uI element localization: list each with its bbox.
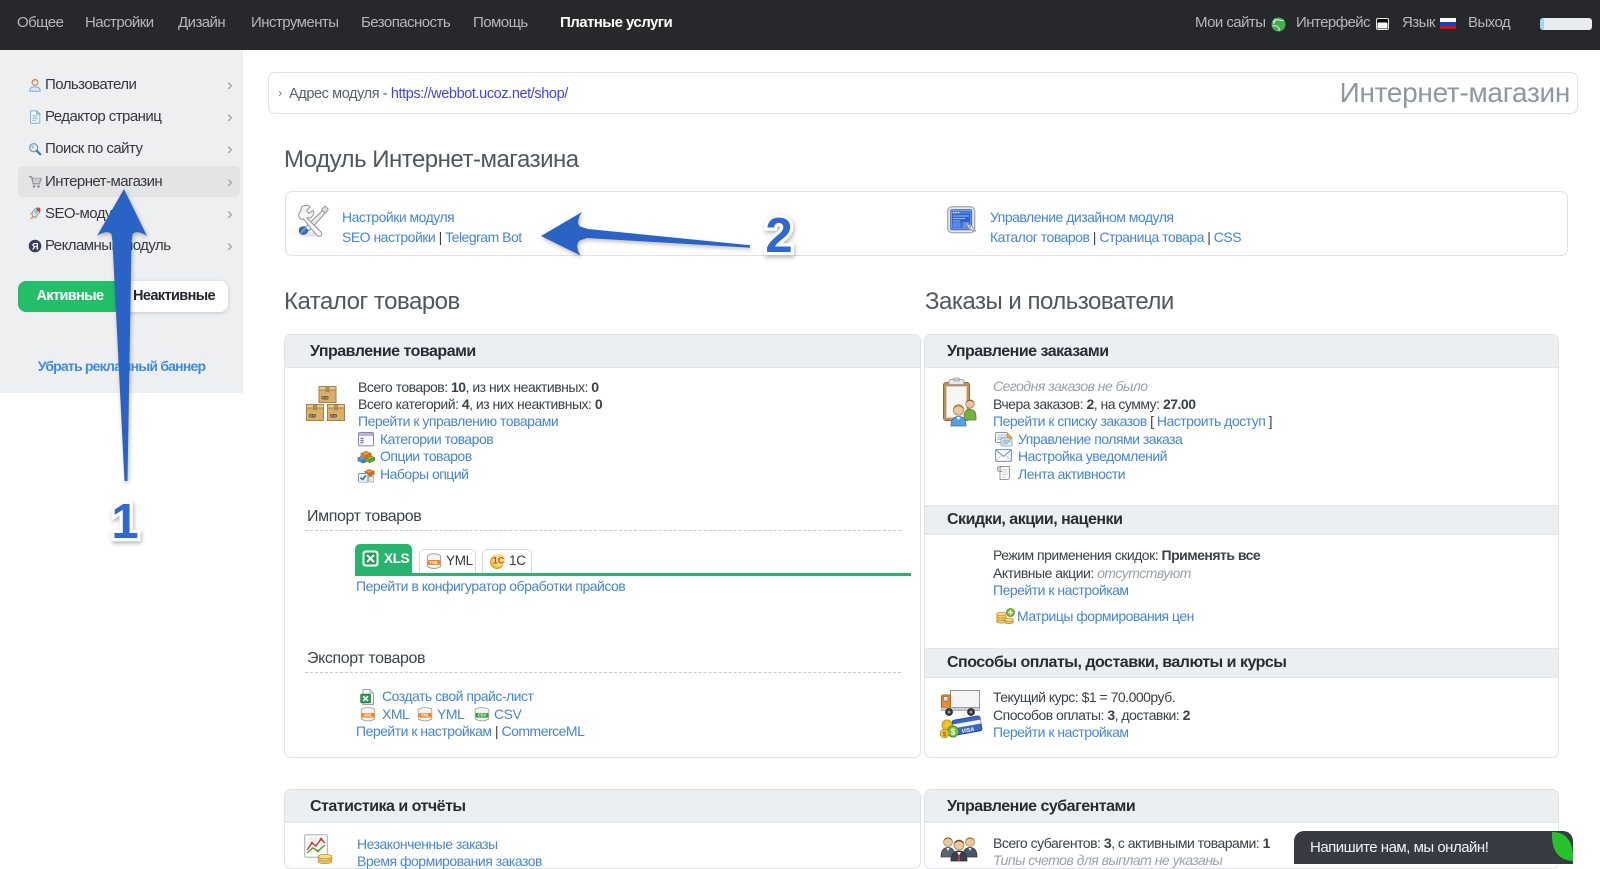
svg-text:XML: XML [364, 713, 373, 718]
svg-text:2: 2 [765, 209, 792, 263]
svg-text:$: $ [943, 731, 947, 738]
svg-text:1: 1 [111, 495, 138, 549]
svg-text:$: $ [951, 728, 956, 737]
svg-text:Я: Я [32, 242, 38, 252]
svg-text:CSV: CSV [478, 713, 487, 718]
svg-text:YML: YML [421, 713, 430, 718]
svg-text:YML: YML [429, 560, 439, 565]
svg-text:VISA: VISA [961, 727, 975, 735]
svg-text:1С: 1С [493, 556, 505, 566]
